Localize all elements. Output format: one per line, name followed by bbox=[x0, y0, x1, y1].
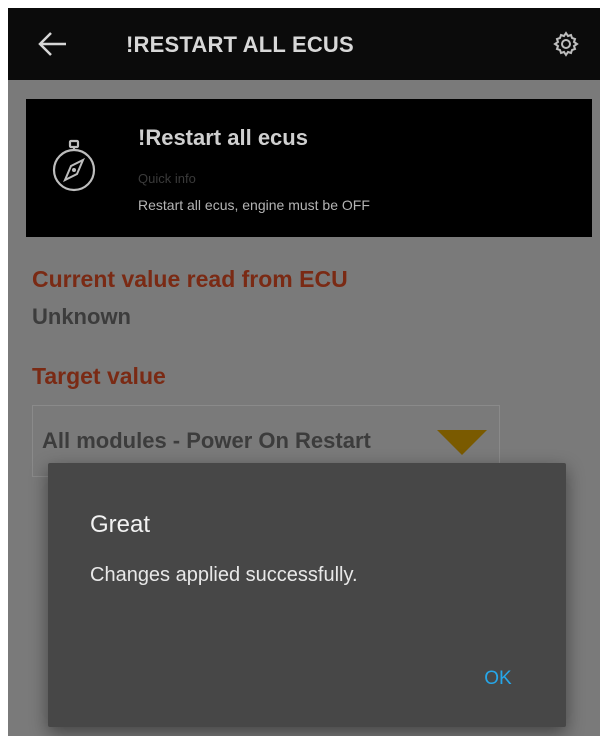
success-dialog: Great Changes applied successfully. OK bbox=[48, 463, 566, 727]
current-value-label: Current value read from ECU bbox=[32, 266, 348, 292]
card-title: !Restart all ecus bbox=[138, 125, 308, 150]
ok-button[interactable]: OK bbox=[463, 659, 533, 699]
current-value-text: Unknown bbox=[32, 304, 131, 329]
gear-icon[interactable] bbox=[552, 30, 580, 58]
target-value-label: Target value bbox=[32, 363, 166, 389]
app-bar: !RESTART ALL ECUS bbox=[8, 8, 600, 80]
dropdown-arrow-icon[interactable] bbox=[437, 428, 487, 456]
back-arrow-icon[interactable] bbox=[36, 30, 68, 58]
page-title: !RESTART ALL ECUS bbox=[126, 32, 354, 57]
compass-icon bbox=[52, 139, 96, 192]
dialog-message: Changes applied successfully. bbox=[90, 564, 358, 586]
quick-info-card: !Restart all ecus Quick info Restart all… bbox=[26, 99, 592, 237]
dialog-title: Great bbox=[90, 511, 151, 538]
card-description: Restart all ecus, engine must be OFF bbox=[138, 197, 370, 213]
select-selected-value: All modules - Power On Restart bbox=[42, 428, 371, 453]
app-screen: !RESTART ALL ECUS !Restart all ecus Quic… bbox=[8, 8, 600, 736]
card-subtitle: Quick info bbox=[138, 171, 196, 186]
